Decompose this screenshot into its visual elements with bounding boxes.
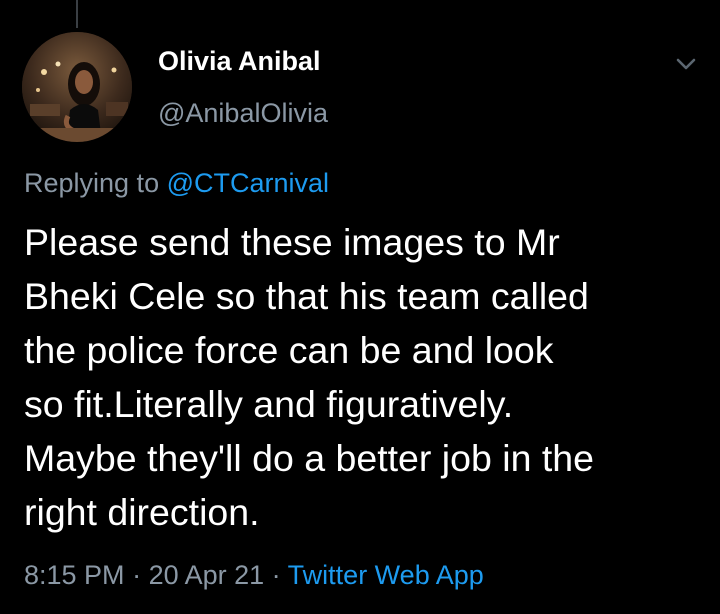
tweet-text: Please send these images to Mr Bheki Cel… — [24, 221, 595, 533]
author-handle[interactable]: @AnibalOlivia — [158, 96, 328, 130]
replying-to-user-link[interactable]: @CTCarnival — [167, 168, 329, 198]
tweet-source-link[interactable]: Twitter Web App — [288, 560, 484, 590]
chevron-down-icon[interactable] — [672, 50, 700, 78]
replying-to-label: Replying to — [24, 168, 167, 198]
meta-separator: · — [124, 560, 149, 590]
tweet-time[interactable]: 8:15 PM — [24, 560, 125, 590]
thread-connector-line — [76, 0, 78, 28]
avatar-photo — [22, 32, 132, 142]
meta-separator-2: · — [264, 560, 288, 590]
tweet-date[interactable]: 20 Apr 21 — [149, 560, 265, 590]
tweet-metadata: 8:15 PM · 20 Apr 21 · Twitter Web App — [24, 558, 484, 592]
avatar[interactable] — [22, 32, 132, 142]
replying-to: Replying to @CTCarnival — [24, 166, 329, 200]
author-display-name[interactable]: Olivia Anibal — [158, 44, 321, 78]
